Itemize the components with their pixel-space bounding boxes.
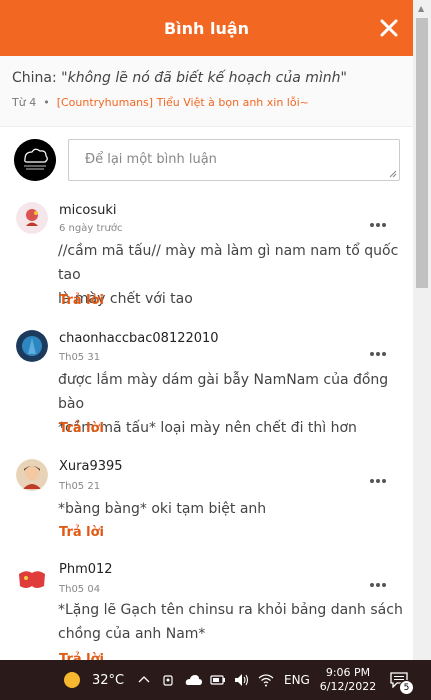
reply-button[interactable]: Trả lời: [59, 421, 104, 436]
comment-line: chồng của anh Nam*: [58, 626, 206, 642]
notification-badge: 5: [399, 680, 414, 695]
close-icon[interactable]: [379, 18, 399, 38]
resize-handle-icon[interactable]: [389, 170, 397, 178]
reply-button[interactable]: Trả lời: [59, 652, 104, 660]
comment-item: Xura9395 Th05 21 *bàng bàng* oki tạm biệ…: [0, 452, 413, 556]
comment-body: được lắm mày dám gài bẫy NamNam của đồng…: [58, 368, 408, 440]
more-options-icon[interactable]: [370, 572, 390, 587]
comment-body: //cầm mã tấu// mày mà làm gì nam nam tổ …: [58, 239, 408, 311]
comments-panel: Bình luận China: "không lẽ nó đã biết kế…: [0, 0, 413, 660]
show-hidden-icons[interactable]: [138, 660, 150, 700]
comment-line: *cầm mã tấu* loại mày nên chết đi thì hơ…: [58, 420, 357, 436]
comment-timestamp: Th05 31: [59, 352, 101, 363]
language-indicator[interactable]: ENG: [284, 660, 310, 700]
sun-icon: [64, 672, 80, 688]
comment-line: //cầm mã tấu// mày mà làm gì nam nam tổ …: [58, 243, 399, 283]
comment-item: micosuki 6 ngày trước //cầm mã tấu// mày…: [0, 192, 413, 322]
comment-composer: Để lại một bình luận: [0, 126, 413, 192]
comment-username[interactable]: Xura9395: [59, 459, 123, 474]
more-options-icon[interactable]: [370, 212, 390, 227]
user-avatar[interactable]: [16, 564, 48, 596]
user-avatar[interactable]: [16, 202, 48, 234]
language-label: ENG: [284, 673, 310, 687]
comment-timestamp: 6 ngày trước: [59, 223, 123, 234]
weather-widget[interactable]: 32°C: [62, 660, 124, 700]
panel-title: Bình luận: [163, 18, 250, 38]
clock[interactable]: 9:06 PM 6/12/2022: [319, 660, 377, 700]
battery-icon[interactable]: [210, 660, 226, 700]
quoted-context: China: "không lẽ nó đã biết kế hoạch của…: [0, 56, 413, 126]
comment-username[interactable]: chaonhaccbac08122010: [59, 331, 219, 346]
volume-icon[interactable]: [234, 660, 250, 700]
scroll-up-icon[interactable]: ▲: [418, 4, 424, 13]
clock-date: 6/12/2022: [319, 680, 377, 693]
quote-content: "không lẽ nó đã biết kế hoạch của mình": [61, 70, 347, 86]
comment-timestamp: Th05 21: [59, 481, 101, 492]
story-link[interactable]: [Countryhumans] Tiểu Việt à bọn anh xin …: [57, 96, 309, 109]
comment-item: chaonhaccbac08122010 Th05 31 được lắm mà…: [0, 322, 413, 452]
meta-separator: •: [43, 96, 50, 109]
comment-username[interactable]: Phm012: [59, 562, 113, 577]
panel-header: Bình luận: [0, 0, 413, 56]
scrollbar-thumb[interactable]: [416, 18, 428, 288]
user-avatar[interactable]: [16, 459, 48, 491]
comment-line: *Lặng lẽ Gạch tên chinsu ra khỏi bảng da…: [58, 602, 403, 618]
comment-item: Phm012 Th05 04 *Lặng lẽ Gạch tên chinsu …: [0, 556, 413, 660]
notification-center[interactable]: 5: [390, 660, 414, 700]
comment-line: *bàng bàng* oki tạm biệt anh: [58, 501, 267, 517]
temperature: 32°C: [92, 672, 125, 688]
comment-line: được lắm mày dám gài bẫy NamNam của đồng…: [58, 372, 389, 412]
comment-line: là mày chết với tao: [58, 291, 193, 307]
more-options-icon[interactable]: [370, 468, 390, 483]
taskbar: 32°C ENG 9:06 PM 6/12/2022 5: [0, 660, 431, 700]
scrollbar[interactable]: ▲: [413, 0, 431, 660]
comment-username[interactable]: micosuki: [59, 203, 117, 218]
comment-timestamp: Th05 04: [59, 584, 101, 595]
quote-speaker: China:: [12, 70, 57, 86]
wifi-icon[interactable]: [258, 660, 274, 700]
more-options-icon[interactable]: [370, 341, 390, 356]
chevron-up-icon: [138, 676, 150, 683]
onedrive-icon[interactable]: [185, 660, 203, 700]
quote-meta: Từ 4 • [Countryhumans] Tiểu Việt à bọn anh…: [12, 96, 401, 109]
comment-input[interactable]: Để lại một bình luận: [68, 139, 400, 181]
current-user-avatar: [14, 139, 56, 181]
meet-now-icon[interactable]: [162, 660, 176, 700]
comment-body: *Lặng lẽ Gạch tên chinsu ra khỏi bảng da…: [58, 598, 408, 646]
chapter-label: Từ 4: [12, 96, 37, 109]
quoted-text: China: "không lẽ nó đã biết kế hoạch của…: [12, 70, 401, 86]
user-avatar[interactable]: [16, 330, 48, 362]
reply-button[interactable]: Trả lời: [59, 293, 104, 308]
comment-body: *bàng bàng* oki tạm biệt anh: [58, 497, 408, 521]
comment-input-placeholder: Để lại một bình luận: [85, 152, 217, 167]
reply-button[interactable]: Trả lời: [59, 525, 104, 540]
clock-time: 9:06 PM: [325, 666, 371, 679]
